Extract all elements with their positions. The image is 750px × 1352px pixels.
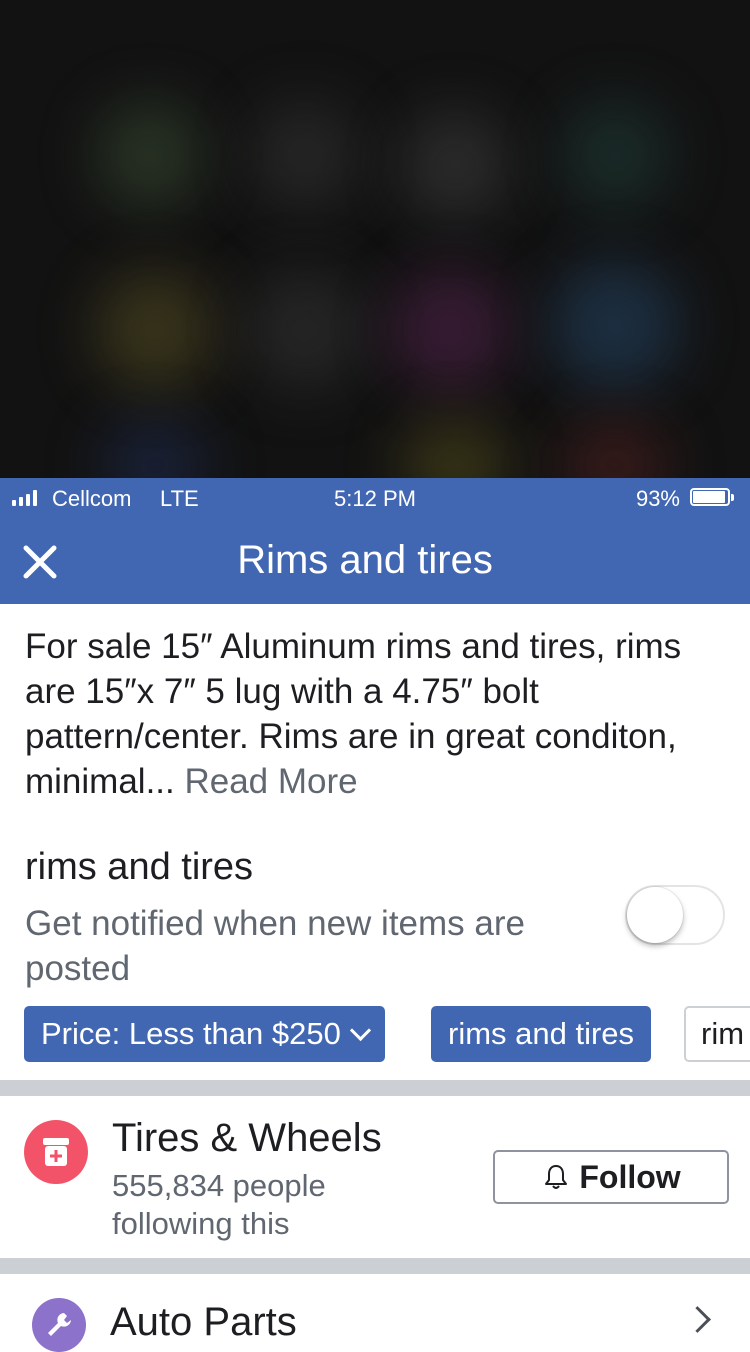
notify-description: Get notified when new items are posted	[25, 904, 525, 988]
saved-search-title: rims and tires	[25, 846, 254, 888]
bell-icon	[545, 1165, 568, 1189]
price-filter-chip[interactable]: Price: Less than $250	[24, 1006, 385, 1062]
nav-bar: Rims and tires	[0, 518, 750, 604]
battery-icon	[690, 488, 734, 508]
follow-label: Follow	[579, 1158, 681, 1195]
section-divider	[0, 1258, 750, 1274]
blurred-background	[0, 0, 750, 478]
chevron-right-icon[interactable]	[684, 1306, 711, 1333]
category-title[interactable]: Auto Parts	[110, 1300, 297, 1345]
section-divider	[0, 1080, 750, 1096]
battery-percent: 93%	[635, 486, 680, 511]
category-title[interactable]: Tires & Wheels	[112, 1116, 382, 1161]
category-followers: 555,834 people following this	[112, 1168, 326, 1241]
page-title: Rims and tires	[237, 538, 493, 582]
query-filter-label: rims and tires	[448, 1016, 635, 1051]
notify-toggle[interactable]	[625, 885, 725, 945]
tire-shop-icon	[24, 1120, 88, 1184]
price-filter-label: Price: Less than $250	[41, 1016, 341, 1051]
filter-chips: Price: Less than $250 rims and tires rim	[24, 1006, 750, 1062]
toggle-knob	[627, 887, 683, 943]
partial-filter-label: rim	[701, 1016, 745, 1051]
chevron-down-icon	[349, 1019, 371, 1042]
partial-filter-chip[interactable]: rim	[684, 1006, 750, 1062]
query-filter-chip[interactable]: rims and tires	[431, 1006, 652, 1062]
follow-button[interactable]: Follow	[493, 1150, 729, 1204]
read-more-link[interactable]: Read More	[184, 762, 357, 801]
status-bar: Cellcom LTE 5:12 PM 93%	[0, 478, 750, 518]
listing-description: For sale 15″ Aluminum rims and tires, ri…	[25, 624, 725, 804]
wrench-icon	[32, 1298, 86, 1352]
